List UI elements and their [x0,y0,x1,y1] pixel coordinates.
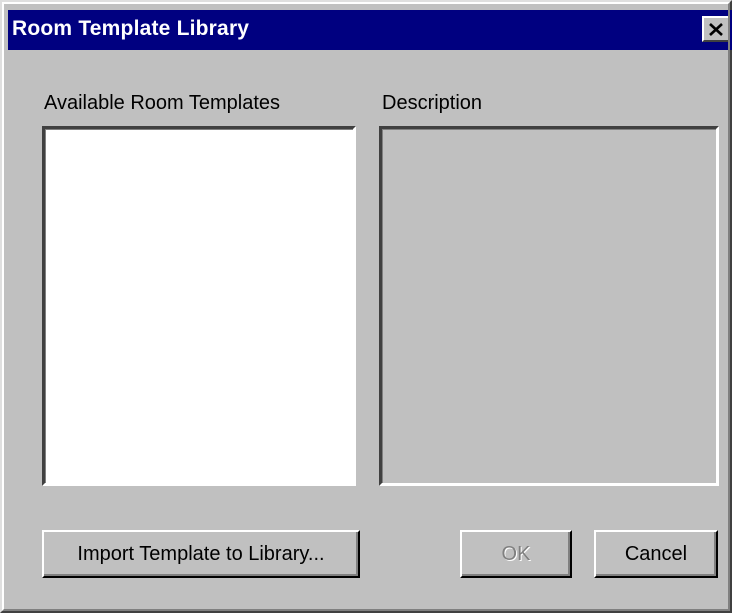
window-title: Room Template Library [12,17,250,40]
description-label: Description [382,92,483,114]
available-templates-list[interactable] [42,126,356,486]
import-template-button[interactable]: Import Template to Library... [42,530,360,578]
available-templates-label: Available Room Templates [44,92,281,114]
cancel-button[interactable]: Cancel [594,530,718,578]
title-bar[interactable]: Room Template Library [8,10,732,50]
close-button[interactable] [702,16,730,42]
description-box [379,126,719,486]
room-template-library-dialog: Room Template Library Available Room Tem… [0,0,732,613]
close-x-icon [709,22,723,36]
ok-button[interactable]: OK [460,530,572,578]
